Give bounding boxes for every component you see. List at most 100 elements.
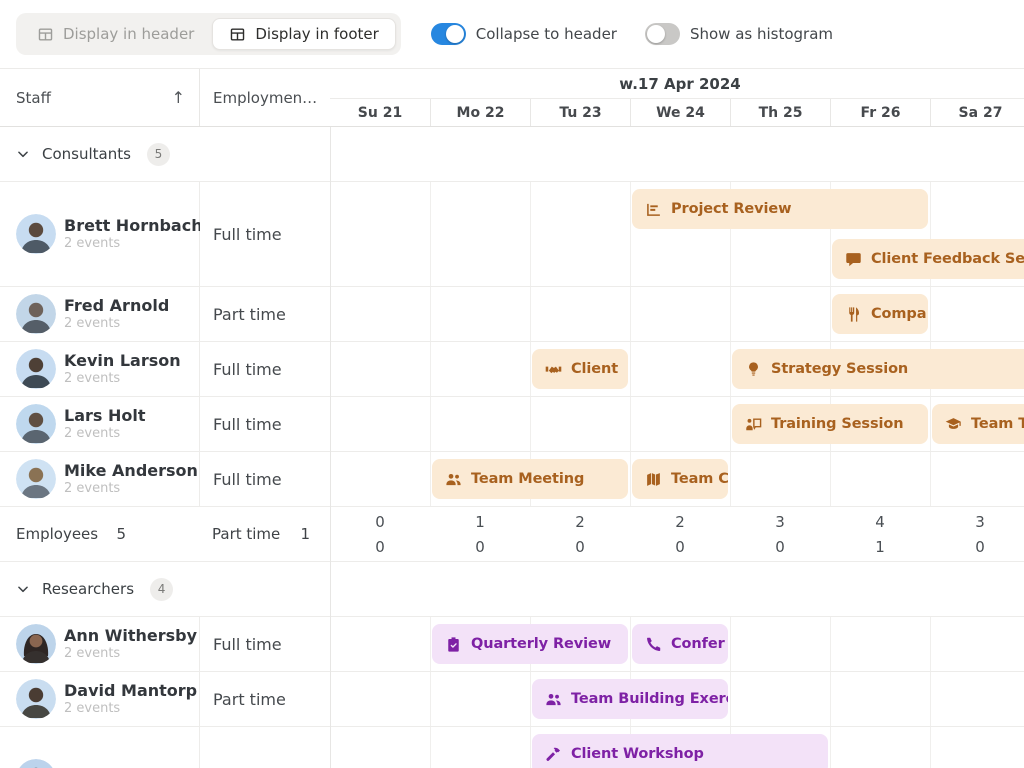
part-time-count: 1 <box>300 525 310 543</box>
scheduler: Staff ↑ Employmen… w.17 Apr 2024 Su 21 M… <box>0 68 1024 768</box>
staff-header-label: Staff <box>16 89 51 107</box>
group-name: Consultants <box>42 145 131 163</box>
staff-name: Brett Hornbach <box>64 216 203 236</box>
map-icon <box>645 471 662 488</box>
day-header-cell[interactable]: Sa 27 <box>930 99 1024 126</box>
grid-line <box>330 69 331 768</box>
day-header-cell[interactable]: Th 25 <box>730 99 830 126</box>
day-header-cell[interactable]: We 24 <box>630 99 730 126</box>
avatar <box>16 759 56 768</box>
avatar <box>16 624 56 664</box>
avatar <box>16 679 56 719</box>
employment-cell: Full time <box>200 617 330 671</box>
group-name: Researchers <box>42 580 134 598</box>
summary-cell: 00 <box>330 507 430 561</box>
employment-cell: Part time <box>200 672 330 726</box>
avatar <box>16 459 56 499</box>
graduation-cap-icon <box>945 416 962 433</box>
staff-name: Mike Anderson <box>64 461 198 481</box>
time-axis-header: w.17 Apr 2024 Su 21 Mo 22 Tu 23 We 24 Th… <box>330 69 1024 127</box>
day-header-cell[interactable]: Tu 23 <box>530 99 630 126</box>
day-header-cell[interactable]: Fr 26 <box>830 99 930 126</box>
display-in-header-label: Display in header <box>63 25 194 43</box>
employment-cell <box>200 727 330 768</box>
event-project-review[interactable]: Project Review <box>632 189 928 229</box>
summary-cell: 20 <box>630 507 730 561</box>
staff-name: Ann Withersby <box>64 626 197 646</box>
group-count-badge: 5 <box>147 143 170 166</box>
staff-name: Kevin Larson <box>64 351 181 371</box>
employment-cell: Full time <box>200 452 330 506</box>
employees-summary: Employees 5 <box>16 507 126 561</box>
staff-cell: Mike Anderson2 events <box>0 452 200 506</box>
avatar <box>16 214 56 254</box>
scheduler-header: Staff ↑ Employmen… w.17 Apr 2024 Su 21 M… <box>0 69 1024 127</box>
group-row-consultants[interactable]: Consultants 5 <box>0 127 1024 182</box>
week-header-cell[interactable]: w.17 Apr 2024 <box>330 69 1024 99</box>
chevron-down-icon[interactable] <box>16 147 30 161</box>
event-client-feedback-session[interactable]: Client Feedback Sess <box>832 239 1024 279</box>
users-icon <box>545 691 562 708</box>
comment-icon <box>845 251 862 268</box>
lightbulb-icon <box>745 361 762 378</box>
show-as-histogram-toggle[interactable]: Show as histogram <box>645 23 833 45</box>
staff-cell: Brett Hornbach2 events <box>0 182 200 286</box>
day-header-cell[interactable]: Su 21 <box>330 99 430 126</box>
event-strategy-session[interactable]: Strategy Session <box>732 349 1024 389</box>
summary-cell: 10 <box>430 507 530 561</box>
summary-cell: 41 <box>830 507 930 561</box>
staff-event-count: 2 events <box>64 236 203 252</box>
handshake-icon <box>545 361 562 378</box>
avatar <box>16 294 56 334</box>
staff-event-count: 2 events <box>64 701 197 717</box>
table-row[interactable]: David Mantorp2 events Part time <box>0 672 1024 727</box>
event-client-meeting[interactable]: Client <box>532 349 628 389</box>
employment-column-header[interactable]: Employmen… <box>200 69 330 126</box>
event-team-training[interactable]: Team T <box>932 404 1024 444</box>
day-header-cell[interactable]: Mo 22 <box>430 99 530 126</box>
event-training-session[interactable]: Training Session <box>732 404 928 444</box>
staff-event-count: 2 events <box>64 371 181 387</box>
staff-name: Fred Arnold <box>64 296 169 316</box>
collapse-to-header-label: Collapse to header <box>476 25 617 43</box>
event-quarterly-review[interactable]: Quarterly Review <box>432 624 628 664</box>
staff-column-header[interactable]: Staff ↑ <box>0 69 200 126</box>
event-company-lunch[interactable]: Compa <box>832 294 928 334</box>
table-row[interactable]: John Douglas <box>0 727 1024 768</box>
toggle-knob <box>647 25 665 43</box>
chevron-down-icon[interactable] <box>16 582 30 596</box>
table-icon <box>37 26 54 43</box>
avatar <box>16 404 56 444</box>
staff-cell: David Mantorp2 events <box>0 672 200 726</box>
summary-day-cells: 00 10 20 20 30 41 30 <box>330 507 1024 561</box>
sort-ascending-icon: ↑ <box>172 88 185 107</box>
toggle-off-switch[interactable] <box>645 23 680 45</box>
staff-cell: Fred Arnold2 events <box>0 287 200 341</box>
toolbar: Display in header Display in footer Coll… <box>0 0 1024 68</box>
event-client-workshop[interactable]: Client Workshop <box>532 734 828 768</box>
employees-label: Employees <box>16 525 98 543</box>
employment-cell: Full time <box>200 182 330 286</box>
table-icon <box>229 26 246 43</box>
utensils-icon <box>845 306 862 323</box>
employees-count: 5 <box>116 525 126 543</box>
display-in-footer-button[interactable]: Display in footer <box>212 18 395 50</box>
display-toggle-group: Display in header Display in footer <box>16 13 401 55</box>
avatar <box>16 349 56 389</box>
event-team-conference[interactable]: Team C <box>632 459 728 499</box>
collapse-to-header-toggle[interactable]: Collapse to header <box>431 23 617 45</box>
toggle-on-switch[interactable] <box>431 23 466 45</box>
group-row-researchers[interactable]: Researchers 4 <box>0 562 1024 617</box>
summary-cell: 20 <box>530 507 630 561</box>
chart-bar-icon <box>645 201 662 218</box>
event-team-building-exercise[interactable]: Team Building Exerc <box>532 679 728 719</box>
staff-cell: Kevin Larson2 events <box>0 342 200 396</box>
toggle-knob <box>446 25 464 43</box>
part-time-summary: Part time 1 <box>212 507 310 561</box>
staff-event-count: 2 events <box>64 646 197 662</box>
event-team-meeting[interactable]: Team Meeting <box>432 459 628 499</box>
event-conference-call[interactable]: Confer <box>632 624 728 664</box>
employment-cell: Full time <box>200 397 330 451</box>
display-in-header-button[interactable]: Display in header <box>21 18 210 50</box>
person-board-icon <box>745 416 762 433</box>
